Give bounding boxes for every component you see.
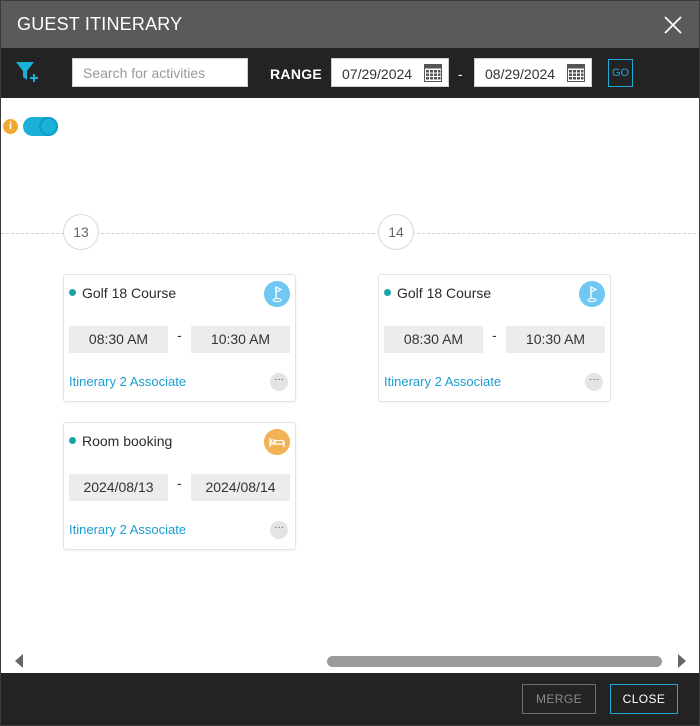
end-date-value: 08/29/2024: [485, 66, 556, 82]
day-marker: 14: [378, 214, 414, 250]
end-date-field[interactable]: 2024/08/14: [191, 474, 290, 501]
end-date-field[interactable]: 08/29/2024: [474, 58, 592, 87]
calendar-icon[interactable]: [567, 64, 585, 82]
associate-link[interactable]: Itinerary 2 Associate: [69, 374, 186, 389]
activity-title: Golf 18 Course: [397, 285, 492, 301]
status-dot: [69, 437, 76, 444]
go-button[interactable]: GO: [608, 59, 633, 87]
dialog-title: GUEST ITINERARY: [17, 14, 183, 34]
horizontal-scrollbar[interactable]: [1, 649, 699, 673]
info-icon[interactable]: i: [3, 119, 18, 134]
time-separator: -: [492, 327, 497, 343]
scrollbar-thumb[interactable]: [327, 656, 662, 667]
start-date-value: 07/29/2024: [342, 66, 413, 82]
scroll-left-arrow-icon[interactable]: [15, 654, 23, 668]
end-time-field[interactable]: 10:30 AM: [191, 326, 290, 353]
date-range-separator: -: [458, 66, 463, 82]
timeline-line: [1, 233, 699, 234]
associate-link[interactable]: Itinerary 2 Associate: [384, 374, 501, 389]
guest-itinerary-dialog: GUEST ITINERARY RANGE 07/29/2024: [0, 0, 700, 726]
close-icon[interactable]: [663, 15, 683, 35]
more-options-button[interactable]: ···: [585, 373, 603, 391]
dialog-titlebar: GUEST ITINERARY: [1, 1, 699, 48]
activity-title: Room booking: [82, 433, 173, 449]
associate-link[interactable]: Itinerary 2 Associate: [69, 522, 186, 537]
start-date-field[interactable]: 2024/08/13: [69, 474, 168, 501]
end-time-field[interactable]: 10:30 AM: [506, 326, 605, 353]
time-separator: -: [177, 327, 182, 343]
golf-flag-icon: [264, 281, 290, 307]
calendar-icon[interactable]: [424, 64, 442, 82]
merge-button[interactable]: MERGE: [522, 684, 596, 714]
start-time-field[interactable]: 08:30 AM: [69, 326, 168, 353]
close-button[interactable]: CLOSE: [610, 684, 678, 714]
filter-add-icon[interactable]: [14, 59, 40, 85]
more-options-button[interactable]: ···: [270, 521, 288, 539]
scroll-right-arrow-icon[interactable]: [678, 654, 686, 668]
bed-icon: [264, 429, 290, 455]
start-date-field[interactable]: 07/29/2024: [331, 58, 449, 87]
status-dot: [384, 289, 391, 296]
range-label: RANGE: [270, 66, 323, 82]
activity-card[interactable]: Golf 18 Course 08:30 AM - 10:30 AM Itine…: [378, 274, 611, 402]
activity-title: Golf 18 Course: [82, 285, 177, 301]
activity-card[interactable]: Room booking 2024/08/13 - 2024/08/14 Iti…: [63, 422, 296, 550]
dialog-footer: MERGE CLOSE: [1, 673, 699, 725]
more-options-button[interactable]: ···: [270, 373, 288, 391]
date-separator: -: [177, 475, 182, 491]
toggle-knob: [39, 117, 58, 136]
golf-flag-icon: [579, 281, 605, 307]
view-toggle[interactable]: [23, 117, 58, 136]
activity-card[interactable]: Golf 18 Course 08:30 AM - 10:30 AM Itine…: [63, 274, 296, 402]
filter-toolbar: RANGE 07/29/2024 - 08/29/2024: [1, 48, 699, 98]
day-marker: 13: [63, 214, 99, 250]
start-time-field[interactable]: 08:30 AM: [384, 326, 483, 353]
search-input[interactable]: [72, 58, 248, 87]
status-dot: [69, 289, 76, 296]
